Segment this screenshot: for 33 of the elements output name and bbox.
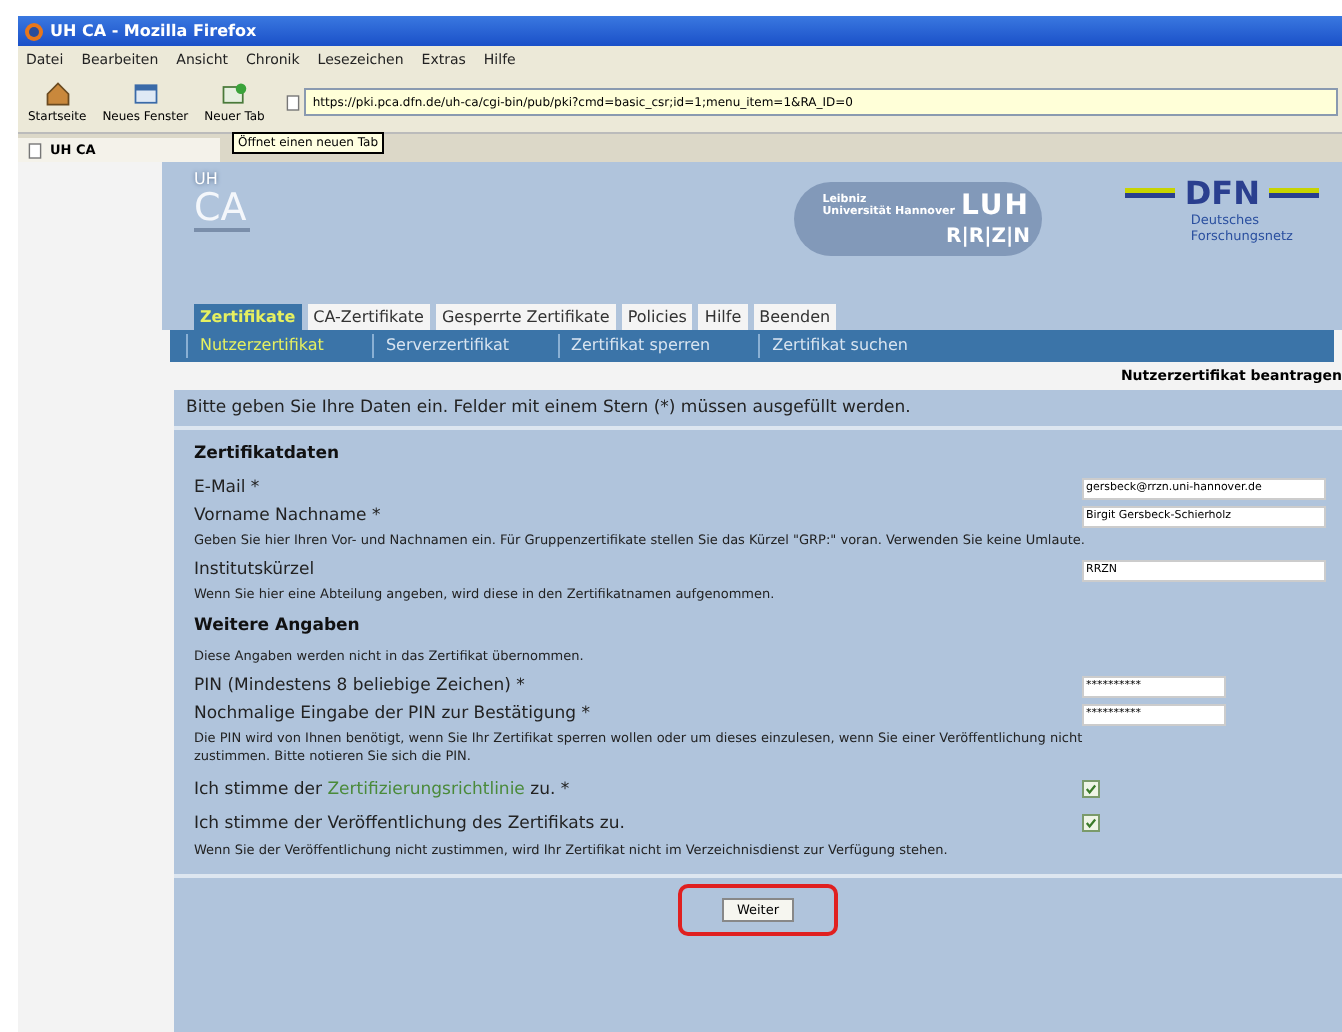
- field-label: Vorname Nachname *: [194, 506, 381, 526]
- nav-tab[interactable]: Gesperrte Zertifikate: [435, 304, 616, 330]
- checkbox-label: Ich stimme der Veröffentlichung des Zertifikats zu.: [194, 813, 625, 833]
- field-label: Nochmalige Eingabe der PIN zur Bestätigung *: [194, 704, 591, 724]
- intro-text: Bitte geben Sie Ihre Daten ein. Felder mit einem Stern (*) müssen ausgefüllt werden.: [174, 390, 1342, 430]
- logo-text: LUH: [960, 190, 1030, 222]
- page-icon: [286, 93, 301, 111]
- section-heading: Zertifikatdaten: [194, 444, 342, 464]
- nav-tab[interactable]: Beenden: [753, 304, 837, 330]
- subnav-tab[interactable]: Serverzertifikat: [371, 334, 558, 358]
- checkbox[interactable]: [1082, 780, 1100, 798]
- field-label: PIN (Mindestens 8 beliebige Zeichen) *: [194, 676, 525, 696]
- logo-text: R|R|Z|N: [946, 226, 1030, 248]
- nav-tab[interactable]: Policies: [621, 304, 693, 330]
- field-label: E-Mail *: [194, 478, 260, 498]
- new-tab-icon: [220, 80, 249, 108]
- subnav-tab[interactable]: Zertifikat suchen: [758, 334, 956, 358]
- logo-text: CA: [194, 188, 250, 232]
- nav-tab[interactable]: Hilfe: [698, 304, 748, 330]
- subnav-tab[interactable]: Zertifikat sperren: [557, 334, 759, 358]
- checkbox[interactable]: [1082, 814, 1100, 832]
- logo-text: UH: [194, 170, 220, 188]
- logo-text: DFN: [1184, 174, 1260, 212]
- nav-tab[interactable]: CA-Zertifikate: [307, 304, 430, 330]
- subnav-tab[interactable]: Nutzerzertifikat: [186, 334, 372, 358]
- browser-logo-icon: [24, 21, 44, 41]
- field-label: Institutskürzel: [194, 560, 315, 580]
- nav-tab[interactable]: Zertifikate: [194, 304, 302, 330]
- window-title: UH CA - Mozilla Firefox: [50, 22, 257, 40]
- section-heading: Weitere Angaben: [194, 616, 362, 636]
- house-icon: [43, 80, 72, 108]
- window-icon: [131, 80, 160, 108]
- checkbox-label: Ich stimme der Zertifizierungsrichtlinie zu. *: [194, 779, 570, 799]
